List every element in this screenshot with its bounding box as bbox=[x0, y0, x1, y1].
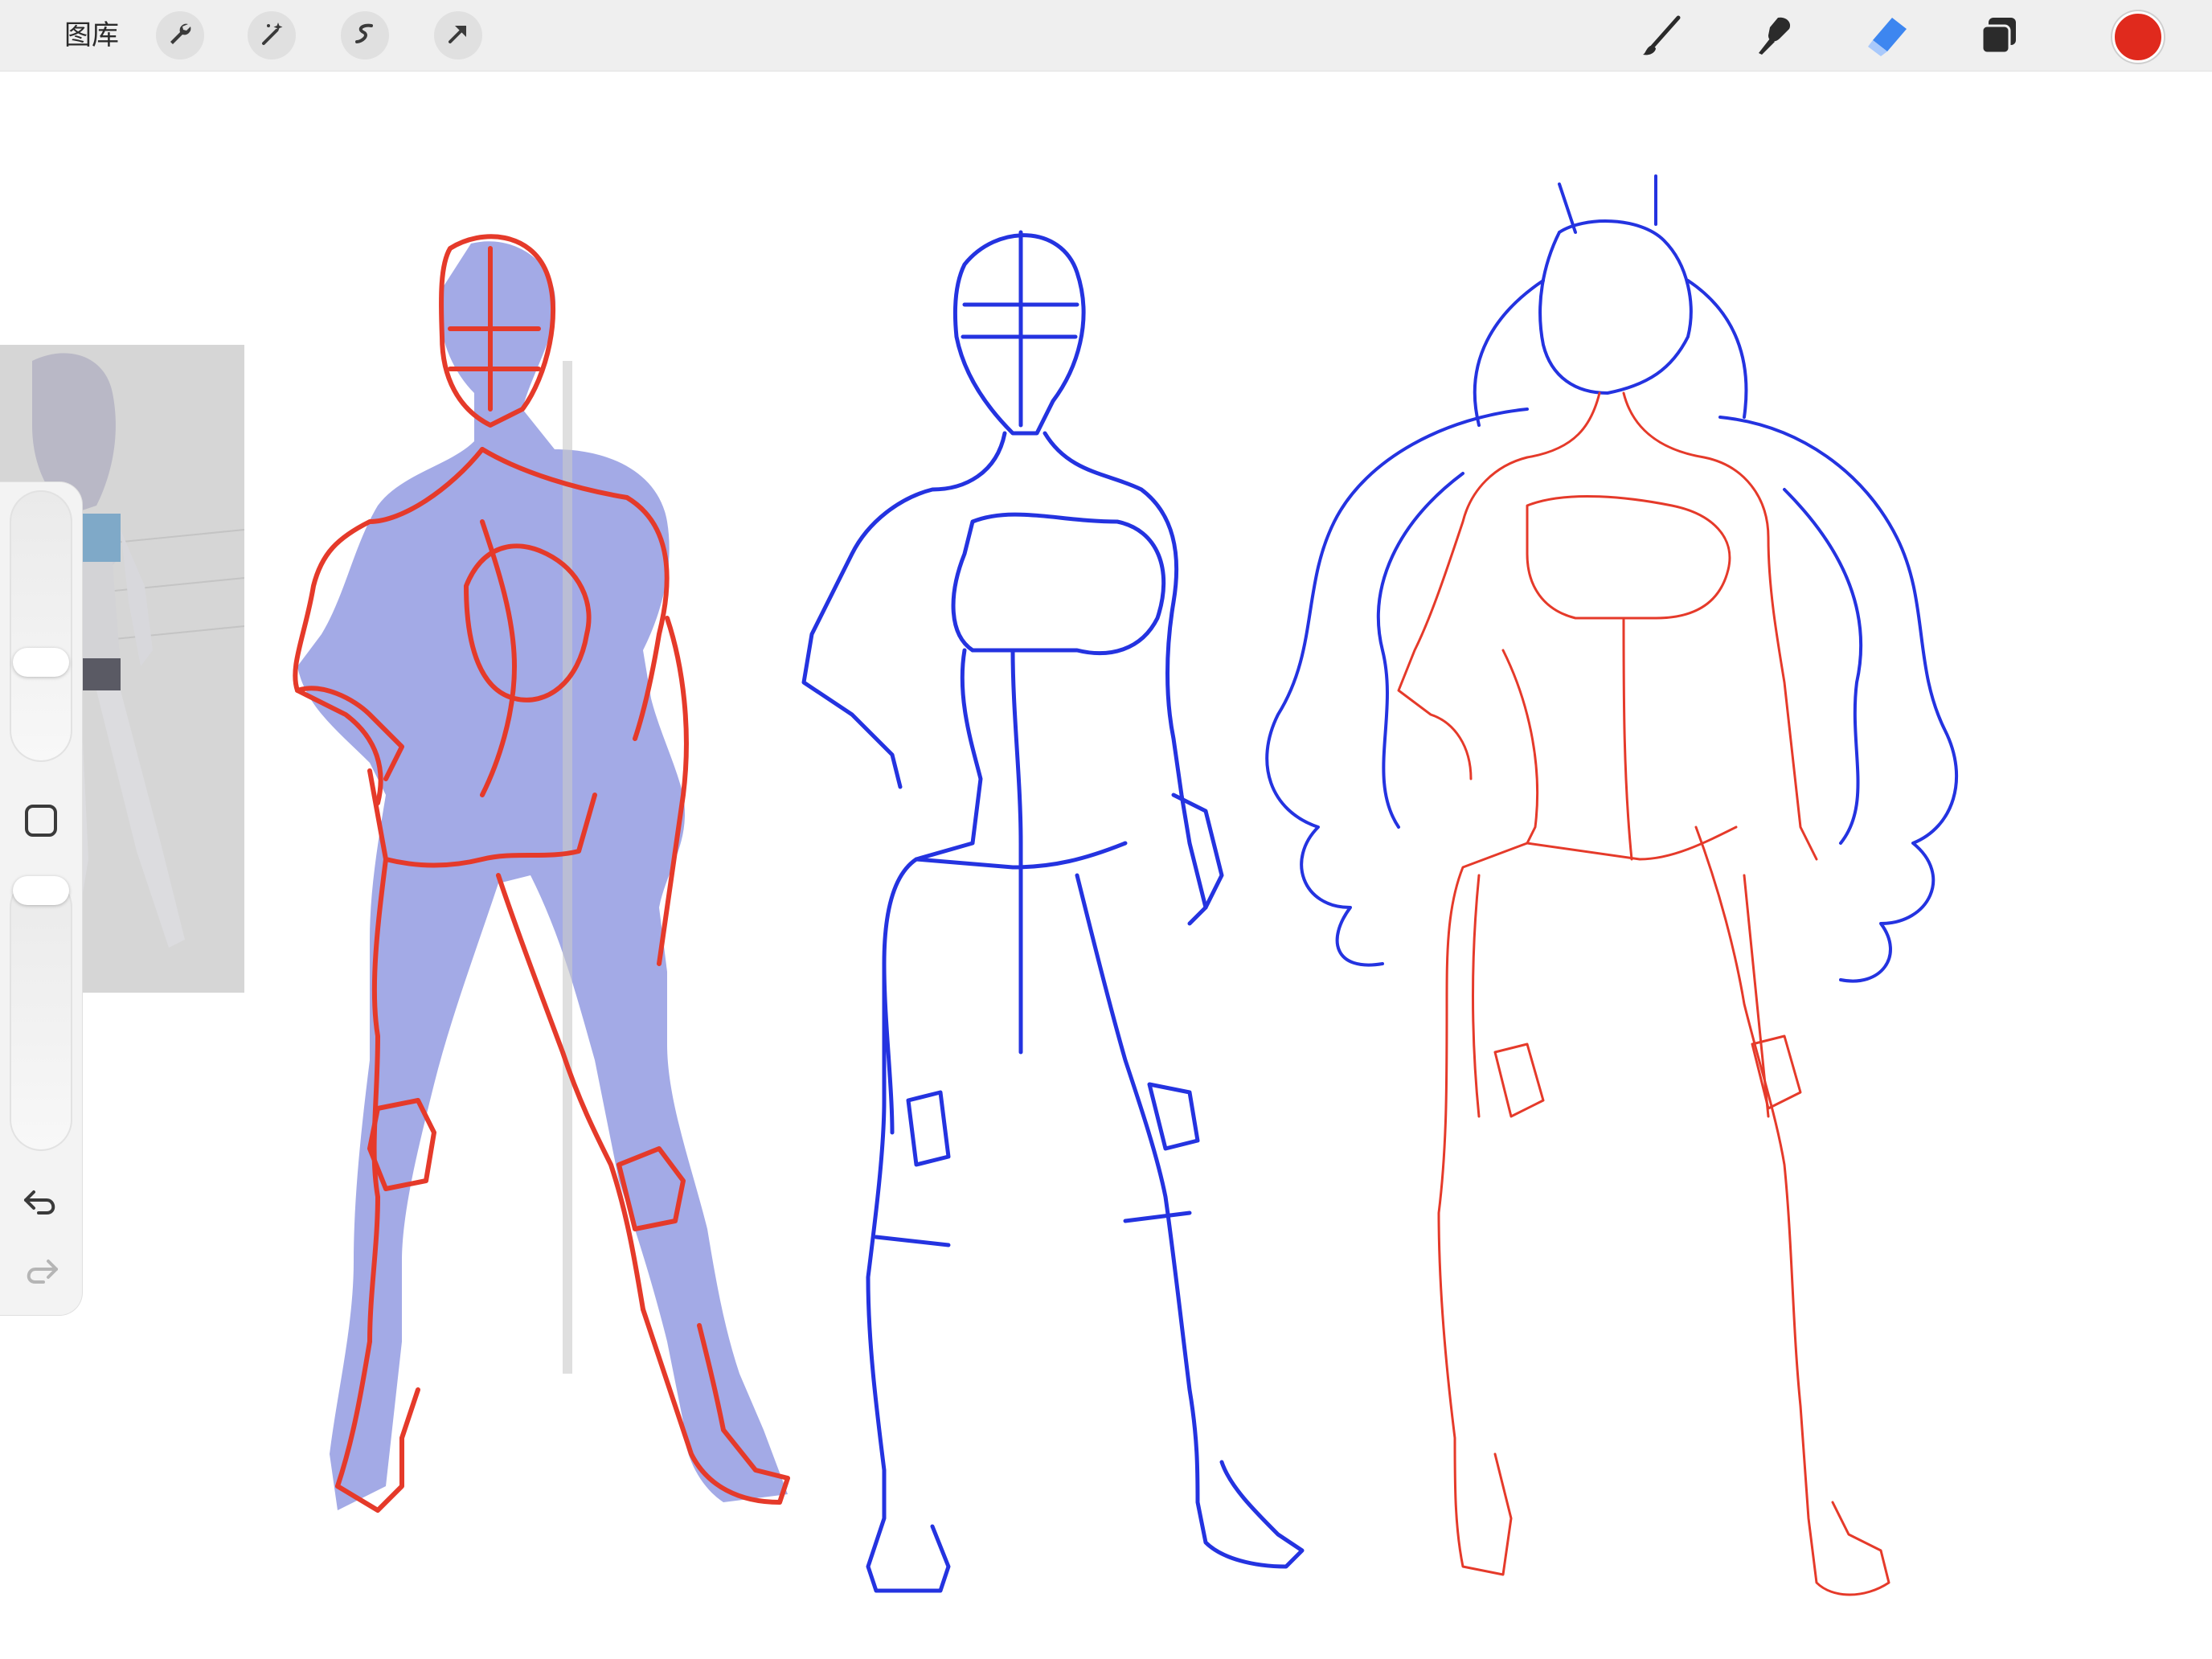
drawing-canvas[interactable] bbox=[0, 72, 2212, 1659]
color-picker-button[interactable] bbox=[2112, 11, 2164, 63]
transform-arrow-icon bbox=[444, 19, 473, 52]
smudge-button[interactable] bbox=[1749, 11, 1800, 63]
brush-size-slider[interactable] bbox=[10, 490, 72, 762]
actions-button[interactable] bbox=[156, 11, 204, 59]
transform-button[interactable] bbox=[434, 11, 482, 59]
redo-button[interactable] bbox=[19, 1251, 63, 1294]
sketch-artwork bbox=[293, 174, 1958, 1596]
side-toolbar bbox=[0, 482, 82, 1315]
layers-icon bbox=[1976, 11, 2024, 63]
modify-square-icon bbox=[24, 804, 58, 842]
brush-button[interactable] bbox=[1636, 11, 1688, 63]
layers-button[interactable] bbox=[1974, 11, 2026, 63]
gallery-button[interactable]: 图库 bbox=[64, 18, 119, 53]
figure-2-blue-lines bbox=[801, 230, 1305, 1593]
opacity-thumb[interactable] bbox=[13, 876, 69, 905]
undo-icon bbox=[23, 1186, 59, 1222]
brush-icon bbox=[1638, 11, 1686, 63]
opacity-slider[interactable] bbox=[10, 876, 72, 1151]
redo-icon bbox=[23, 1255, 59, 1291]
eraser-button[interactable] bbox=[1862, 11, 1913, 63]
modify-button[interactable] bbox=[19, 801, 63, 844]
wrench-icon bbox=[166, 19, 195, 52]
selection-button[interactable] bbox=[341, 11, 389, 59]
magic-wand-icon bbox=[257, 19, 286, 52]
smudge-icon bbox=[1751, 11, 1799, 63]
undo-button[interactable] bbox=[19, 1182, 63, 1225]
adjustments-button[interactable] bbox=[248, 11, 296, 59]
figure-3-blue-hair bbox=[1265, 174, 1958, 983]
eraser-icon bbox=[1863, 11, 1911, 63]
selection-icon bbox=[350, 19, 379, 52]
figure-3-red-lines bbox=[1397, 391, 1890, 1596]
brush-size-thumb[interactable] bbox=[13, 648, 69, 677]
top-toolbar: 图库 bbox=[0, 0, 2212, 72]
